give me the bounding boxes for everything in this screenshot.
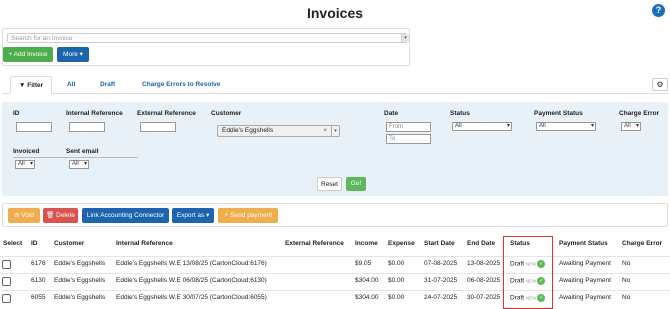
- reset-button[interactable]: Reset: [317, 177, 342, 191]
- cell-id: 6130: [31, 277, 46, 284]
- filter-date-label: Date: [384, 110, 399, 117]
- table-row[interactable]: 6055 Eddie's Eggshells Eddie's Eggshells…: [0, 290, 670, 306]
- col-income: Income: [355, 240, 378, 247]
- row-checkbox[interactable]: [2, 294, 11, 303]
- charge-error-select[interactable]: All: [621, 122, 641, 131]
- sent-email-select[interactable]: All: [69, 160, 89, 169]
- filter-customer-label: Customer: [211, 110, 242, 117]
- date-from-field[interactable]: From: [386, 122, 431, 132]
- cell-income: $304.00: [355, 294, 379, 301]
- filter-icon: ▼: [19, 82, 26, 89]
- add-invoice-button[interactable]: + Add Invoice: [3, 47, 53, 62]
- cell-expense: $0.00: [388, 294, 405, 301]
- table-row[interactable]: 6130 Eddie's Eggshells Eddie's Eggshells…: [0, 273, 670, 289]
- filter-invoiced-label: Invoiced: [13, 148, 40, 155]
- go-button[interactable]: Go!: [346, 177, 366, 191]
- cell-charge-error: No: [622, 294, 631, 301]
- cell-start-date: 31-07-2025: [424, 277, 458, 284]
- date-to-field[interactable]: To: [386, 134, 431, 144]
- external-ref-field[interactable]: [140, 122, 176, 132]
- cell-customer: Eddie's Eggshells: [54, 277, 106, 284]
- cell-id: 6176: [31, 260, 46, 267]
- col-charge-error: Charge Error: [622, 240, 663, 247]
- cell-payment-status: Awaiting Payment: [559, 277, 611, 284]
- tab-draft[interactable]: Draft: [100, 76, 115, 94]
- col-internal-ref: Internal Reference: [116, 240, 173, 247]
- invoiced-select[interactable]: All: [15, 160, 35, 169]
- col-start-date: Start Date: [424, 240, 455, 247]
- filter-external-ref-label: External Reference: [137, 110, 196, 117]
- col-id: ID: [31, 240, 38, 247]
- cell-customer: Eddie's Eggshells: [54, 260, 106, 267]
- cell-payment-status: Awaiting Payment: [559, 260, 611, 267]
- cell-charge-error: No: [622, 260, 631, 267]
- filter-internal-ref-label: Internal Reference: [66, 110, 123, 117]
- action-bar: ⊘ Void 🗑 Delete Link Accounting Connecto…: [2, 203, 668, 227]
- filter-panel: ID Internal Reference External Reference…: [2, 102, 668, 196]
- send-payment-button[interactable]: ⚡ Send payment: [218, 208, 278, 223]
- void-button[interactable]: ⊘ Void: [8, 208, 40, 223]
- delete-button[interactable]: 🗑 Delete: [43, 208, 78, 223]
- cell-start-date: 24-07-2025: [424, 294, 458, 301]
- col-payment-status: Payment Status: [559, 240, 608, 247]
- filter-charge-error-label: Charge Error: [619, 110, 660, 117]
- cell-charge-error: No: [622, 277, 631, 284]
- customer-value: Eddie's Eggshells: [222, 127, 274, 134]
- id-field[interactable]: [16, 122, 52, 132]
- question-icon[interactable]: ?: [652, 4, 665, 17]
- chevron-down-icon[interactable]: ▾: [331, 126, 339, 136]
- divider: [13, 157, 138, 158]
- filter-payment-status-label: Payment Status: [534, 110, 583, 117]
- export-button[interactable]: Export as ▾: [172, 208, 214, 223]
- filter-status-label: Status: [450, 110, 470, 117]
- gear-icon[interactable]: ⚙: [652, 78, 668, 91]
- tab-all[interactable]: All: [67, 76, 75, 94]
- filter-id-label: ID: [13, 110, 20, 117]
- cell-internal-ref: Eddie's Eggshells W.E 13/08/25 (CartonCl…: [116, 260, 267, 267]
- table-header: Select ID Customer Internal Reference Ex…: [0, 240, 670, 252]
- link-accounting-button[interactable]: Link Accounting Connector: [82, 208, 169, 223]
- more-button[interactable]: More ▾: [57, 47, 89, 62]
- cell-end-date: 13-08-2025: [467, 260, 501, 267]
- cell-income: $304.00: [355, 277, 379, 284]
- col-customer: Customer: [54, 240, 85, 247]
- tab-charge-errors[interactable]: Charge Errors to Resolve: [142, 76, 220, 94]
- cell-end-date: 30-07-2025: [467, 294, 501, 301]
- row-checkbox[interactable]: [2, 260, 11, 269]
- cell-payment-status: Awaiting Payment: [559, 294, 611, 301]
- tab-bar: ▼ Filter All Draft Charge Errors to Reso…: [2, 76, 668, 94]
- status-select[interactable]: All: [452, 122, 512, 131]
- cell-end-date: 06-08-2025: [467, 277, 501, 284]
- filter-sent-email-label: Sent email: [66, 148, 99, 155]
- tab-filter[interactable]: ▼ Filter: [10, 76, 53, 94]
- cell-id: 6055: [31, 294, 46, 301]
- cell-expense: $0.00: [388, 277, 405, 284]
- col-select: Select: [3, 240, 23, 247]
- col-end-date: End Date: [467, 240, 496, 247]
- col-expense: Expense: [388, 240, 415, 247]
- cell-start-date: 07-08-2025: [424, 260, 458, 267]
- customer-select[interactable]: Eddie's Eggshells × ▾: [217, 125, 340, 137]
- cell-internal-ref: Eddie's Eggshells W.E 30/07/25 (CartonCl…: [116, 294, 267, 301]
- col-external-ref: External Reference: [285, 240, 344, 247]
- cell-customer: Eddie's Eggshells: [54, 294, 106, 301]
- chevron-down-icon[interactable]: ▾: [401, 34, 409, 42]
- page-title: Invoices: [306, 5, 364, 21]
- clear-icon[interactable]: ×: [323, 126, 327, 136]
- cell-income: $9.05: [355, 260, 372, 267]
- payment-status-select[interactable]: All: [536, 122, 596, 131]
- row-checkbox[interactable]: [2, 277, 11, 286]
- internal-ref-field[interactable]: [69, 122, 105, 132]
- cell-internal-ref: Eddie's Eggshells W.E 06/08/25 (CartonCl…: [116, 277, 267, 284]
- table-row[interactable]: 6176 Eddie's Eggshells Eddie's Eggshells…: [0, 256, 670, 272]
- status-column-highlight: [503, 236, 553, 309]
- search-input[interactable]: Search for an Invoice: [7, 33, 407, 43]
- cell-expense: $0.00: [388, 260, 405, 267]
